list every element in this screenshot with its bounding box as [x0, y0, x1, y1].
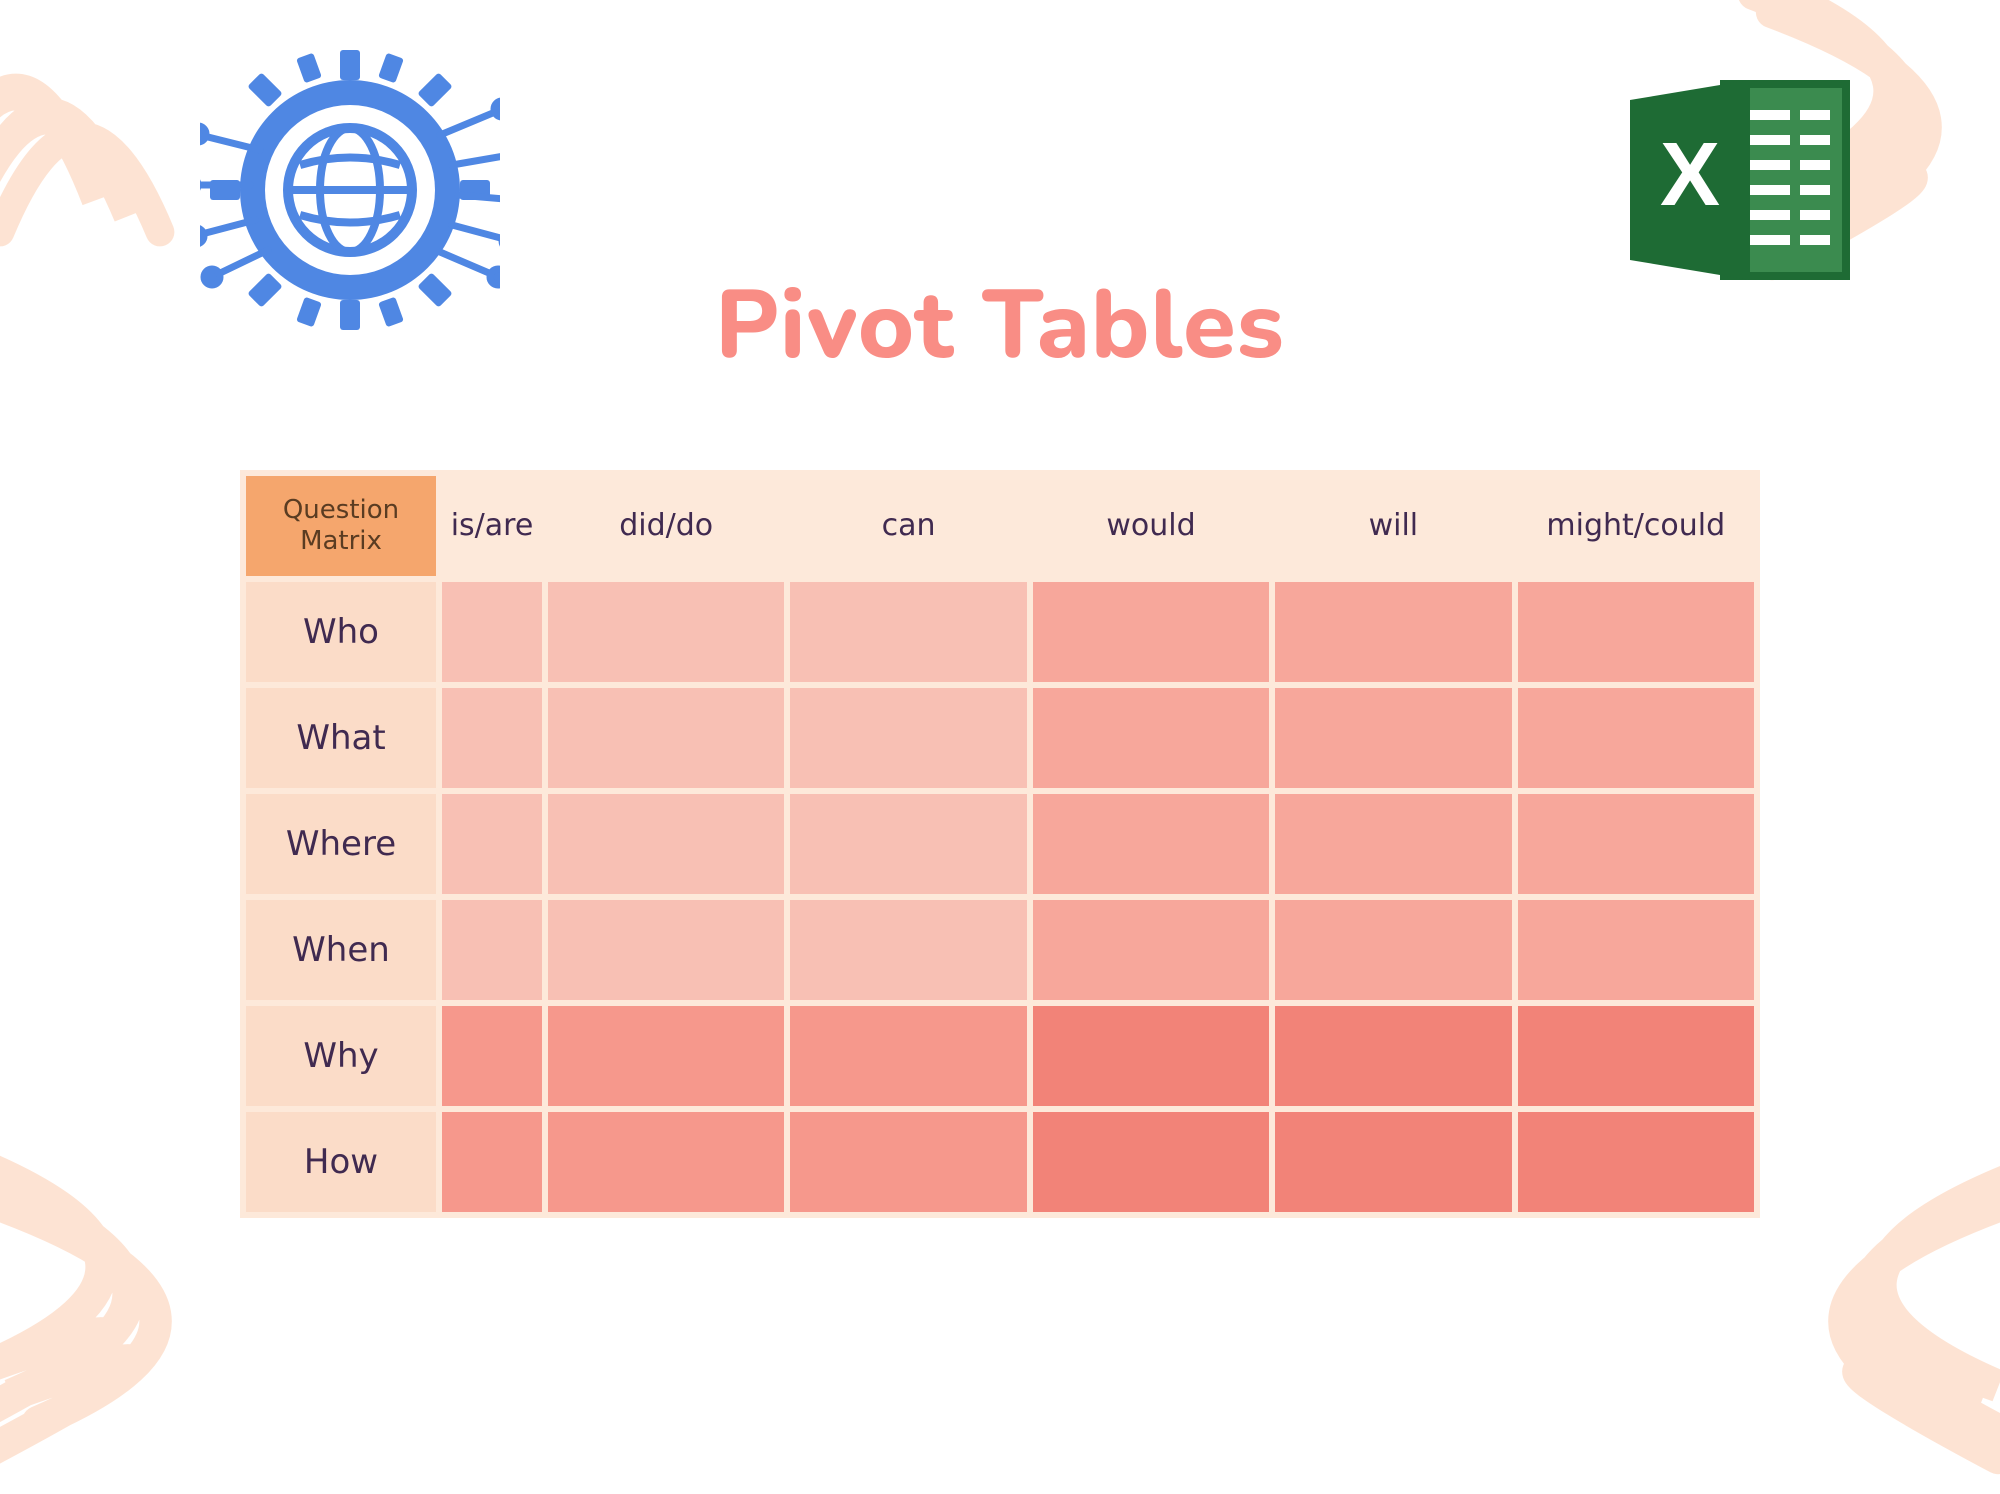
- matrix-cell: [1275, 900, 1511, 1000]
- matrix-cell: [1518, 582, 1754, 682]
- col-head: will: [1275, 476, 1511, 576]
- matrix-cell: [790, 1006, 1026, 1106]
- matrix-cell: [1518, 794, 1754, 894]
- row-head: What: [246, 688, 436, 788]
- row-head: When: [246, 900, 436, 1000]
- matrix-cell: [442, 688, 542, 788]
- col-head: would: [1033, 476, 1269, 576]
- matrix-cell: [1518, 900, 1754, 1000]
- row-head: Why: [246, 1006, 436, 1106]
- matrix-cell: [790, 582, 1026, 682]
- matrix-cell: [790, 794, 1026, 894]
- matrix-cell: [1275, 794, 1511, 894]
- excel-icon: X: [1620, 70, 1860, 290]
- row-head: Where: [246, 794, 436, 894]
- matrix-cell: [1033, 900, 1269, 1000]
- matrix-cell: [442, 1112, 542, 1212]
- matrix-cell: [548, 794, 784, 894]
- matrix-cell: [1033, 1112, 1269, 1212]
- matrix-cell: [1275, 1112, 1511, 1212]
- col-head: might/could: [1518, 476, 1754, 576]
- col-head: is/are: [442, 476, 542, 576]
- matrix-cell: [790, 1112, 1026, 1212]
- matrix-cell: [1033, 688, 1269, 788]
- matrix-cell: [1275, 582, 1511, 682]
- matrix-cell: [1033, 794, 1269, 894]
- matrix-cell: [548, 1006, 784, 1106]
- matrix-cell: [1033, 582, 1269, 682]
- page-title: Pivot Tables: [0, 260, 2000, 391]
- matrix-cell: [442, 794, 542, 894]
- row-head: How: [246, 1112, 436, 1212]
- matrix-cell: [548, 1112, 784, 1212]
- matrix-cell: [442, 900, 542, 1000]
- matrix-cell: [790, 900, 1026, 1000]
- matrix-cell: [1518, 1112, 1754, 1212]
- matrix-cell: [1033, 1006, 1269, 1106]
- matrix-cell: [1518, 1006, 1754, 1106]
- matrix-cell: [442, 582, 542, 682]
- matrix-cell: [790, 688, 1026, 788]
- matrix-cell: [548, 582, 784, 682]
- matrix-cell: [442, 1006, 542, 1106]
- matrix-cell: [1518, 688, 1754, 788]
- matrix-cell: [548, 688, 784, 788]
- row-head: Who: [246, 582, 436, 682]
- svg-text:X: X: [1660, 125, 1720, 225]
- question-matrix-table: Question Matrix is/are did/do can would …: [240, 470, 1760, 1218]
- matrix-cell: [1275, 1006, 1511, 1106]
- matrix-cell: [548, 900, 784, 1000]
- col-head: did/do: [548, 476, 784, 576]
- matrix-cell: [1275, 688, 1511, 788]
- col-head: can: [790, 476, 1026, 576]
- table-corner-label: Question Matrix: [246, 476, 436, 576]
